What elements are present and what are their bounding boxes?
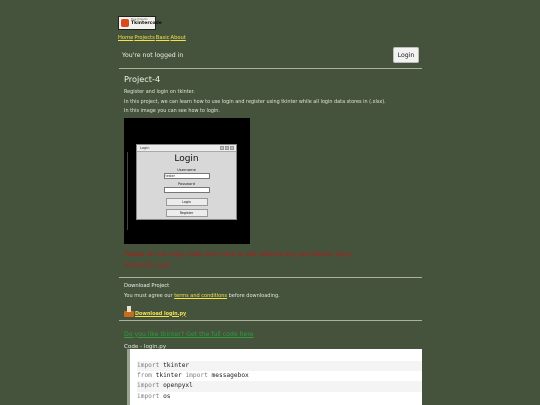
preview-login-button: Login	[165, 197, 208, 206]
window-controls-icon	[220, 145, 234, 150]
download-link[interactable]: Download login.py	[135, 311, 186, 317]
logo-icon	[121, 19, 129, 27]
login-preview-image: Login Login Username tester Password Log…	[124, 117, 250, 244]
preview-username-field: tester	[163, 172, 210, 179]
nav-basic[interactable]: Basic	[156, 35, 170, 41]
terms-link[interactable]: terms and conditions	[174, 293, 227, 299]
page-title: Project-4	[124, 74, 161, 84]
nav-about[interactable]: About	[171, 35, 186, 41]
main-content: You're not logged in Login Project-4 Reg…	[118, 44, 423, 353]
nav-projects[interactable]: Projects	[134, 35, 154, 41]
login-bar: You're not logged in Login	[118, 44, 423, 68]
download-icon[interactable]	[124, 305, 134, 317]
full-code-link[interactable]: Do you like tkinter? Get the full code h…	[124, 331, 423, 341]
preview-window-title: Login	[137, 144, 236, 152]
download-section-title: Download Project	[124, 282, 170, 289]
preview-username-label: Username	[177, 167, 196, 172]
code-line: from tkinter import messagebox	[137, 372, 249, 380]
preview-register-button: Register	[165, 208, 208, 217]
site-logo[interactable]: Free Projects Tkintercode	[118, 16, 162, 30]
preview-heading: Login	[174, 153, 199, 164]
terms-notice: You must agree our terms and conditions …	[124, 292, 280, 299]
divider	[119, 68, 422, 69]
nav-home[interactable]: Home	[118, 35, 133, 41]
code-line: import tkinter	[137, 361, 422, 372]
code-line: import os	[137, 392, 171, 400]
top-nav: Home Projects Basic About	[118, 35, 186, 41]
preview-window: Login Login Username tester Password Log…	[136, 143, 237, 220]
project-subtitle: Register and login on tkinter.	[124, 89, 195, 95]
login-button[interactable]: Login	[393, 47, 419, 63]
logo-name: Tkintercode	[131, 21, 162, 26]
download-row: Download login.py	[124, 303, 423, 317]
preview-password-field	[163, 186, 210, 193]
code-line: import openpyxl	[137, 381, 422, 392]
project-description: In this project, we can learn how to use…	[124, 98, 386, 105]
divider	[119, 276, 422, 278]
copy-warning: Please do not copy code from here or sel…	[124, 249, 352, 269]
code-block: import tkinter from tkinter import messa…	[127, 349, 422, 405]
login-status: You're not logged in	[122, 52, 184, 59]
preview-password-label: Password	[177, 181, 196, 186]
image-caption: In this image you can see how to login.	[124, 108, 220, 114]
divider	[119, 319, 422, 321]
